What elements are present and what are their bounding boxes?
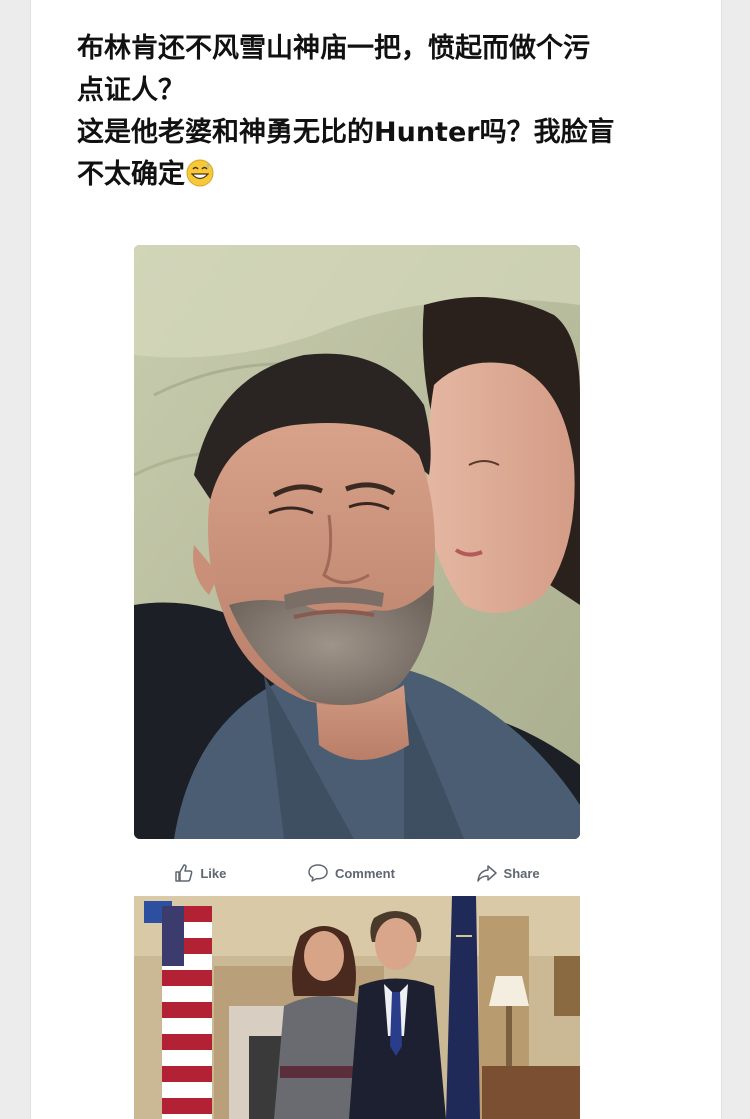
office-portrait-illustration: [134, 896, 580, 1119]
share-button[interactable]: Share: [476, 863, 540, 883]
post-text-line-3: 这是他老婆和神勇无比的Hunter吗？我脸盲: [77, 117, 615, 148]
comment-label: Comment: [334, 865, 395, 881]
share-label: Share: [503, 865, 540, 881]
post-text-line-1: 布林肯还不风雪山神庙一把，愤起而做个污: [77, 33, 590, 64]
like-button[interactable]: Like: [174, 863, 226, 883]
grinning-sweat-emoji-icon: [185, 158, 215, 188]
comment-button[interactable]: Comment: [307, 863, 395, 883]
office-portrait-photo[interactable]: [134, 896, 580, 1119]
share-arrow-icon: [476, 863, 498, 883]
post-action-bar: Like Comment Share: [134, 855, 580, 891]
post-text-line-2: 点证人？: [77, 75, 185, 106]
couple-selfie-photo[interactable]: [134, 245, 580, 839]
couple-selfie-illustration: [134, 245, 580, 839]
post-text: 布林肯还不风雪山神庙一把，愤起而做个污 点证人？ 这是他老婆和神勇无比的Hunt…: [77, 28, 677, 196]
comment-bubble-icon: [307, 863, 329, 883]
post-text-line-4-text: 不太确定: [77, 159, 185, 190]
thumbs-up-icon: [174, 863, 194, 883]
post-text-line-4: 不太确定: [77, 154, 677, 196]
like-label: Like: [200, 865, 227, 881]
us-flag: [162, 906, 212, 1119]
